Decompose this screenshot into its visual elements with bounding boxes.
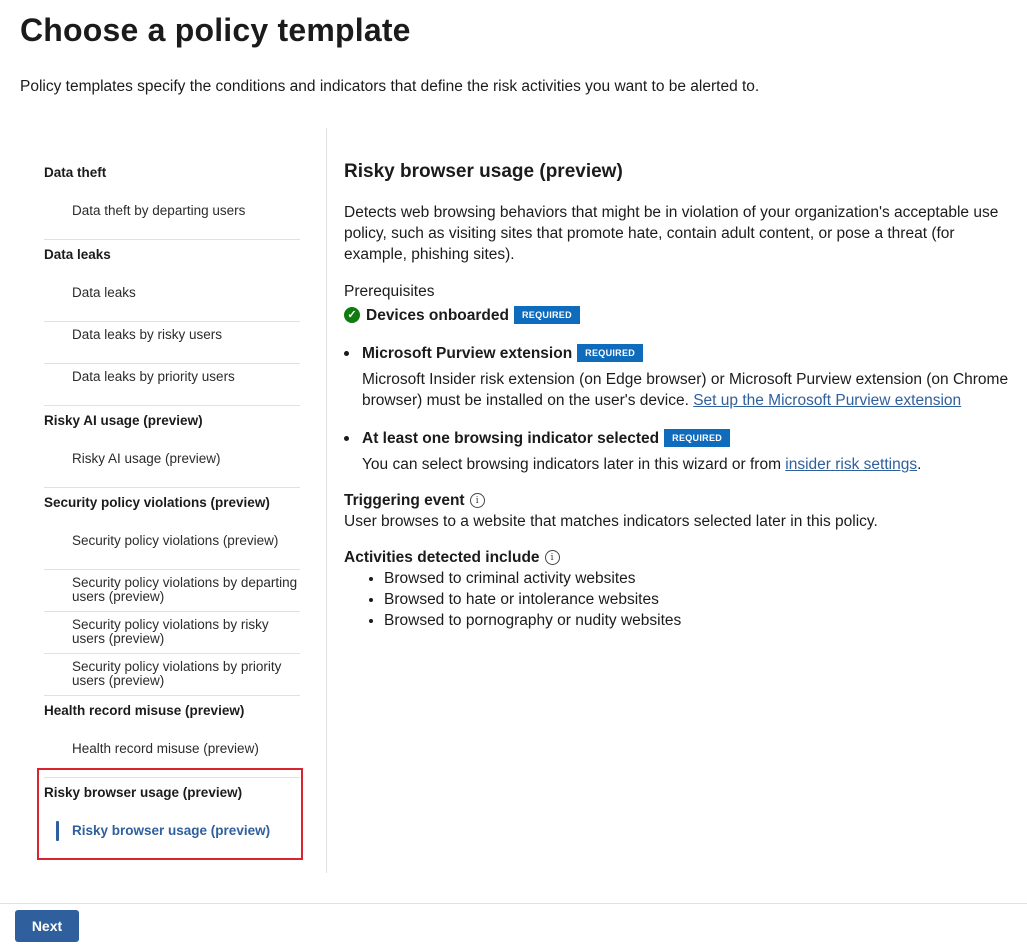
prereq-indicator-title: At least one browsing indicator selected — [362, 429, 660, 447]
nav-item-data-leaks-risky[interactable]: Data leaks by risky users — [44, 322, 300, 364]
wizard-footer: Next — [0, 903, 1027, 945]
insider-risk-settings-link[interactable]: insider risk settings — [785, 456, 917, 473]
nav-item-label: Health record misuse (preview) — [72, 741, 259, 756]
page-title: Choose a policy template — [20, 12, 411, 48]
nav-item-security-violations[interactable]: Security policy violations (preview) — [44, 528, 300, 570]
prereq-extension: Microsoft Purview extension REQUIRED Mic… — [344, 342, 1012, 411]
template-detail-panel: Risky browser usage (preview) Detects we… — [344, 158, 1012, 631]
activities-label-row: Activities detected include i — [344, 546, 1012, 568]
prereq-indicator: At least one browsing indicator selected… — [344, 427, 1012, 475]
nav-item-security-violations-risky[interactable]: Security policy violations by risky user… — [44, 612, 300, 654]
detail-title: Risky browser usage (preview) — [344, 161, 623, 182]
nav-group-heading-health-record: Health record misuse (preview) — [44, 703, 245, 718]
required-badge: REQUIRED — [577, 344, 644, 362]
nav-item-label: Data leaks by risky users — [72, 327, 223, 342]
nav-item-label: Security policy violations by priority u… — [72, 659, 282, 688]
nav-group-heading-data-theft: Data theft — [44, 165, 107, 180]
nav-item-label: Security policy violations (preview) — [72, 533, 279, 548]
nav-item-label: Data leaks by priority users — [72, 369, 235, 384]
nav-item-security-violations-priority[interactable]: Security policy violations by priority u… — [44, 654, 300, 696]
nav-item-security-violations-departing[interactable]: Security policy violations by departing … — [44, 570, 300, 612]
prereq-extension-title: Microsoft Purview extension — [362, 344, 573, 362]
policy-template-page: Choose a policy template Policy template… — [0, 0, 1027, 945]
required-badge: REQUIRED — [664, 429, 731, 447]
triggering-event-label: Triggering event — [344, 491, 465, 509]
triggering-event-body: User browses to a website that matches i… — [344, 513, 878, 530]
prereq-indicator-text: You can select browsing indicators later… — [362, 456, 786, 473]
info-icon[interactable]: i — [544, 549, 560, 565]
activity-item: Browsed to criminal activity websites — [384, 568, 1012, 589]
activities-label: Activities detected include — [344, 548, 540, 566]
nav-item-risky-ai[interactable]: Risky AI usage (preview) — [44, 446, 300, 488]
next-button[interactable]: Next — [15, 910, 79, 942]
nav-item-label: Data leaks — [72, 285, 136, 300]
nav-item-label: Security policy violations by departing … — [72, 575, 298, 604]
template-nav-list: Data theft Data theft by departing users… — [44, 158, 300, 860]
prerequisites-label: Prerequisites — [344, 283, 435, 300]
activity-item: Browsed to hate or intolerance websites — [384, 589, 1012, 610]
template-nav: Data theft Data theft by departing users… — [0, 128, 327, 873]
info-icon[interactable]: i — [469, 492, 485, 508]
nav-item-data-leaks-priority[interactable]: Data leaks by priority users — [44, 364, 300, 406]
prereq-indicator-body: You can select browsing indicators later… — [362, 454, 1012, 475]
setup-extension-link[interactable]: Set up the Microsoft Purview extension — [693, 392, 961, 409]
selection-highlight-box — [37, 768, 303, 860]
bullet-dot — [344, 351, 349, 356]
checkmark-icon: ✓ — [344, 307, 360, 323]
page-subtitle: Policy templates specify the conditions … — [20, 78, 760, 95]
prereq-devices-label: Devices onboarded — [366, 306, 509, 324]
activities-list: Browsed to criminal activity websites Br… — [344, 568, 1012, 631]
nav-group-heading-security-violations: Security policy violations (preview) — [44, 495, 270, 510]
detail-description: Detects web browsing behaviors that migh… — [344, 204, 999, 263]
prereq-extension-body: Microsoft Insider risk extension (on Edg… — [362, 369, 1012, 411]
prereq-indicator-suffix: . — [917, 456, 922, 473]
nav-item-label: Data theft by departing users — [72, 203, 246, 218]
nav-item-data-leaks[interactable]: Data leaks — [44, 280, 300, 322]
nav-item-label: Risky AI usage (preview) — [72, 451, 221, 466]
activity-item: Browsed to pornography or nudity website… — [384, 610, 1012, 631]
bullet-dot — [344, 436, 349, 441]
required-badge: REQUIRED — [514, 306, 580, 324]
triggering-event-label-row: Triggering event i — [344, 489, 1012, 511]
nav-item-label: Security policy violations by risky user… — [72, 617, 269, 646]
nav-item-data-theft-departing[interactable]: Data theft by departing users — [44, 198, 300, 240]
nav-group-heading-data-leaks: Data leaks — [44, 247, 111, 262]
nav-group-heading-risky-ai: Risky AI usage (preview) — [44, 413, 203, 428]
prereq-devices-onboarded: ✓ Devices onboarded REQUIRED — [344, 304, 1012, 326]
